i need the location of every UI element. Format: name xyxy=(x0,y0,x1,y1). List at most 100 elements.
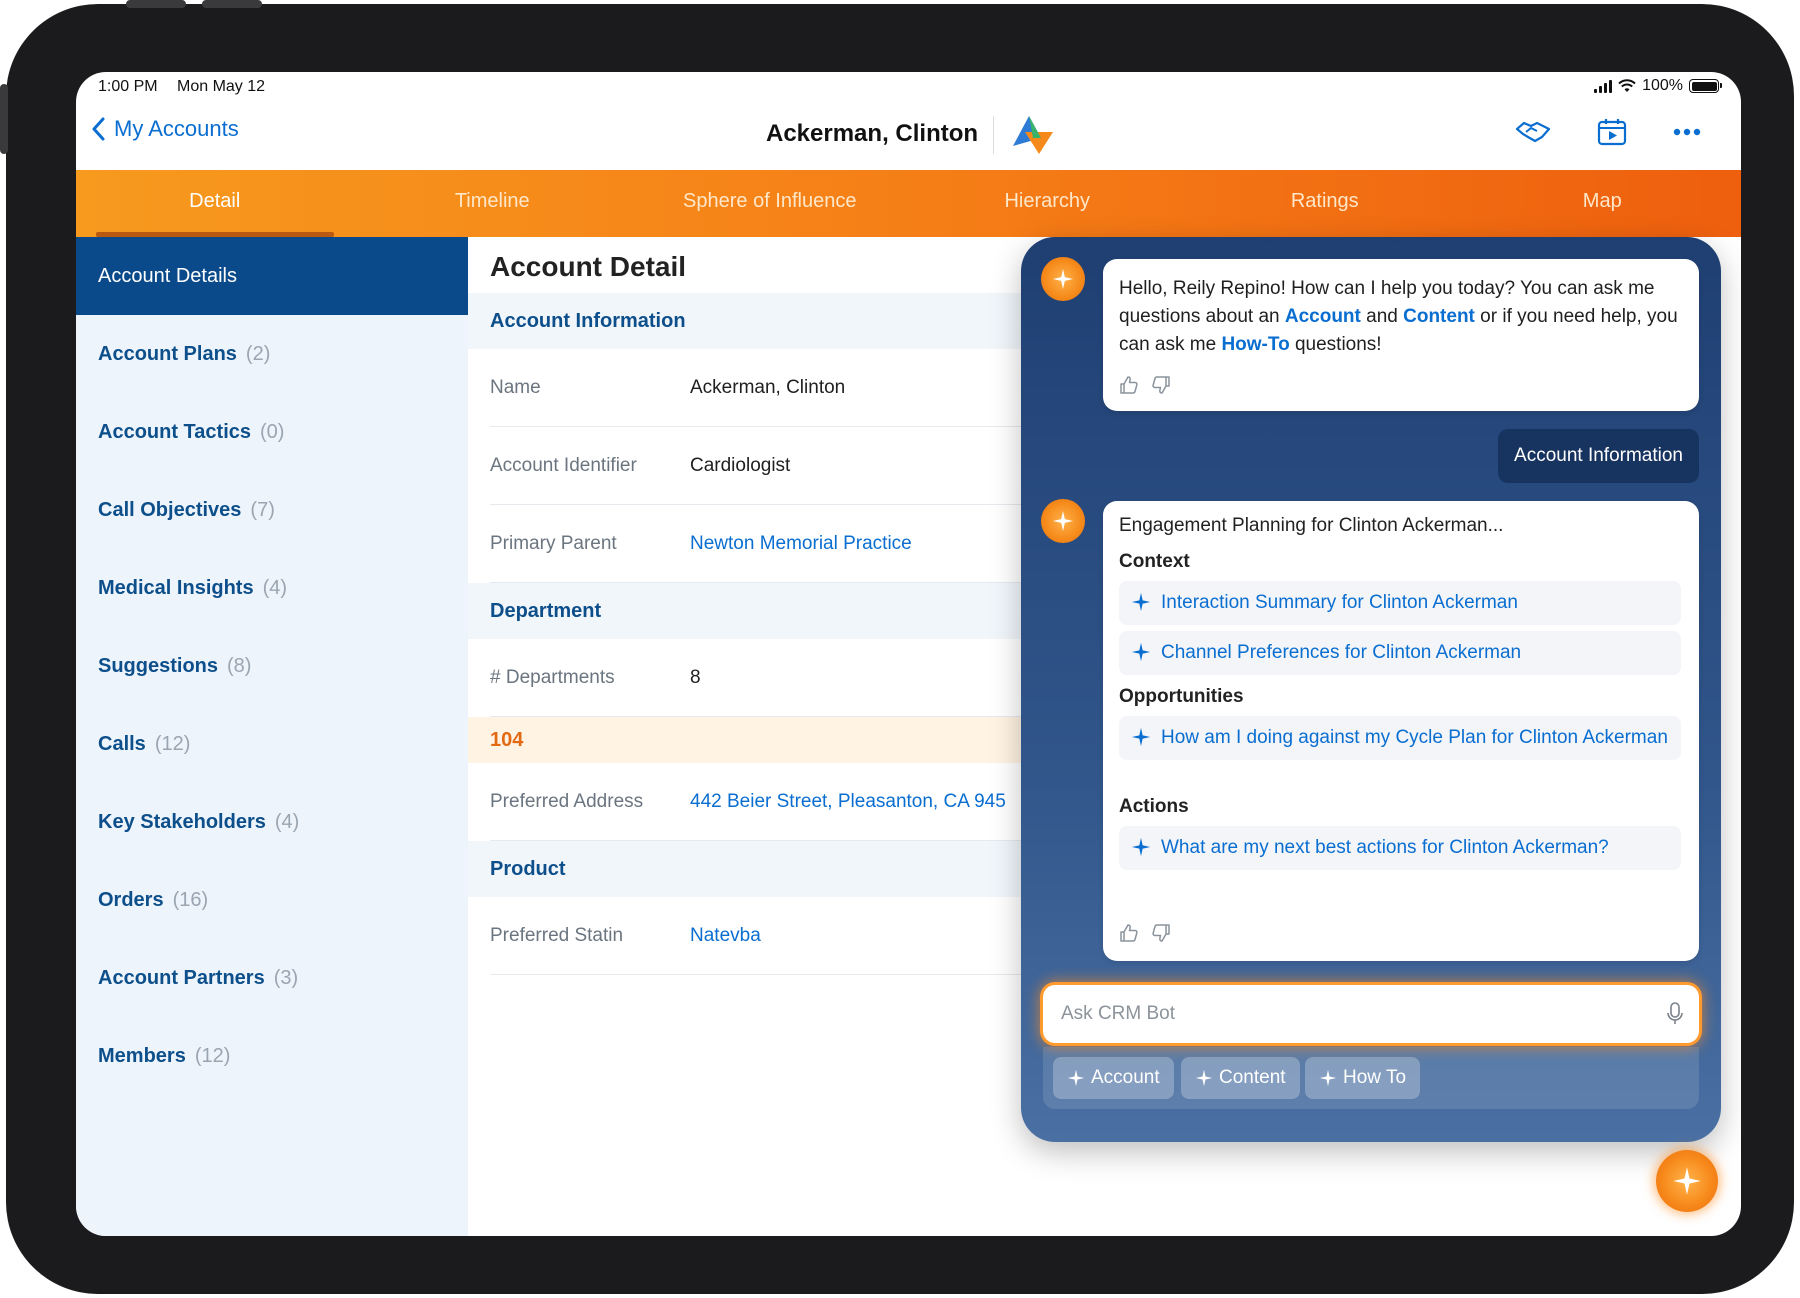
sidebar-item-count: (12) xyxy=(154,732,191,755)
bot-avatar xyxy=(1041,499,1085,543)
greeting-text: questions! xyxy=(1289,334,1382,355)
more-icon[interactable] xyxy=(1673,128,1701,136)
tab-timeline[interactable]: Timeline xyxy=(354,170,632,237)
status-time: 1:00 PM xyxy=(98,78,158,95)
field-label: Preferred Address xyxy=(490,790,644,812)
handshake-icon[interactable] xyxy=(1515,119,1551,145)
sidebar-item-call-objectives[interactable]: Call Objectives (7) xyxy=(76,471,468,549)
suggestion-next-best-actions[interactable]: What are my next best actions for Clinto… xyxy=(1119,826,1681,870)
calendar-play-icon[interactable] xyxy=(1597,118,1627,146)
preferred-address-link[interactable]: 442 Beier Street, Pleasanton, CA 945 xyxy=(690,791,1006,813)
chip-how-to[interactable]: How To xyxy=(1305,1057,1421,1099)
sidebar-item-count: (8) xyxy=(227,654,252,677)
bot-avatar xyxy=(1041,257,1085,301)
status-bar: 1:00 PM Mon May 12 100% xyxy=(76,72,1741,102)
sidebar-item-count: (16) xyxy=(172,888,209,911)
field-row-preferred-statin: Preferred Statin Natevba xyxy=(490,897,1028,975)
crm-bot-panel: Hello, Reily Repino! How can I help you … xyxy=(1021,237,1721,1142)
sidebar-item-key-stakeholders[interactable]: Key Stakeholders (4) xyxy=(76,783,468,861)
feedback-buttons xyxy=(1119,375,1171,395)
thumbs-down-icon[interactable] xyxy=(1151,923,1171,943)
field-label: Name xyxy=(490,376,541,398)
field-row-departments: # Departments 8 xyxy=(490,639,1028,717)
sidebar-item-medical-insights[interactable]: Medical Insights (4) xyxy=(76,549,468,627)
sidebar-item-orders[interactable]: Orders (16) xyxy=(76,861,468,939)
tab-ratings[interactable]: Ratings xyxy=(1186,170,1464,237)
chip-content[interactable]: Content xyxy=(1181,1057,1300,1099)
crm-bot-fab[interactable] xyxy=(1656,1150,1718,1212)
section-header-product: Product xyxy=(468,841,1028,897)
suggestion-interaction-summary[interactable]: Interaction Summary for Clinton Ackerman xyxy=(1119,581,1681,625)
suggestion-channel-preferences[interactable]: Channel Preferences for Clinton Ackerman xyxy=(1119,631,1681,675)
keyword-how-to: How-To xyxy=(1221,334,1290,355)
sparkle-icon xyxy=(1052,510,1074,532)
tab-sphere-of-influence[interactable]: Sphere of Influence xyxy=(631,170,909,237)
field-row-account-identifier: Account Identifier Cardiologist xyxy=(490,427,1028,505)
tab-map[interactable]: Map xyxy=(1464,170,1742,237)
sidebar-item-label: Account Plans xyxy=(98,342,237,365)
hardware-button xyxy=(0,84,8,154)
tablet-frame: 1:00 PM Mon May 12 100% My Accounts Acke… xyxy=(0,0,1794,1294)
field-label: # Departments xyxy=(490,666,615,688)
field-value: Ackerman, Clinton xyxy=(690,376,846,398)
sidebar-item-account-details[interactable]: Account Details xyxy=(76,237,468,315)
sidebar-item-count: (7) xyxy=(250,498,275,521)
sidebar-item-account-partners[interactable]: Account Partners (3) xyxy=(76,939,468,1017)
sidebar-item-label: Orders xyxy=(98,888,164,911)
sparkle-icon xyxy=(1319,1069,1337,1087)
thumbs-down-icon[interactable] xyxy=(1151,375,1171,395)
preferred-statin-link[interactable]: Natevba xyxy=(690,925,761,947)
status-right: 100% xyxy=(1594,77,1722,95)
sidebar-item-count: (0) xyxy=(260,420,285,443)
bot-message-greeting: Hello, Reily Repino! How can I help you … xyxy=(1103,259,1699,411)
section-header-account-information: Account Information xyxy=(468,293,1028,349)
context-header: Context xyxy=(1119,551,1190,572)
primary-parent-link[interactable]: Newton Memorial Practice xyxy=(690,533,912,555)
actions-header: Actions xyxy=(1119,796,1189,817)
wifi-icon xyxy=(1618,79,1636,92)
back-button[interactable]: My Accounts xyxy=(92,116,239,142)
microphone-icon[interactable] xyxy=(1667,1002,1683,1026)
suggestion-label: Channel Preferences for Clinton Ackerman xyxy=(1161,642,1522,663)
field-value: Cardiologist xyxy=(690,454,791,476)
battery-icon xyxy=(1689,79,1722,93)
ask-bot-input[interactable] xyxy=(1059,1002,1667,1026)
page-title: Ackerman, Clinton xyxy=(766,120,979,147)
ask-bot-field[interactable] xyxy=(1043,985,1699,1043)
detail-title: Account Detail xyxy=(490,251,687,282)
sidebar-item-label: Account Partners xyxy=(98,966,265,989)
sidebar-item-calls[interactable]: Calls (12) xyxy=(76,705,468,783)
feedback-buttons xyxy=(1119,923,1171,943)
field-value: 8 xyxy=(690,666,701,688)
thumbs-up-icon[interactable] xyxy=(1119,923,1139,943)
sparkle-icon xyxy=(1131,592,1151,612)
sidebar-item-account-plans[interactable]: Account Plans (2) xyxy=(76,315,468,393)
sparkle-icon xyxy=(1052,268,1074,290)
tab-hierarchy[interactable]: Hierarchy xyxy=(909,170,1187,237)
sidebar-item-label: Calls xyxy=(98,732,146,755)
battery-percent: 100% xyxy=(1642,77,1683,94)
keyword-account: Account xyxy=(1284,306,1361,327)
sparkle-icon xyxy=(1067,1069,1085,1087)
sidebar-item-members[interactable]: Members (12) xyxy=(76,1017,468,1095)
field-row-primary-parent: Primary Parent Newton Memorial Practice xyxy=(490,505,1028,583)
field-label: Primary Parent xyxy=(490,532,617,554)
suggestion-cycle-plan[interactable]: How am I doing against my Cycle Plan for… xyxy=(1119,716,1681,760)
status-date: Mon May 12 xyxy=(177,78,266,95)
sparkle-icon xyxy=(1195,1069,1213,1087)
sidebar-item-account-tactics[interactable]: Account Tactics (0) xyxy=(76,393,468,471)
sparkle-icon xyxy=(1673,1167,1701,1195)
field-label: Preferred Statin xyxy=(490,924,624,946)
sidebar-item-suggestions[interactable]: Suggestions (8) xyxy=(76,627,468,705)
chip-label: Content xyxy=(1219,1067,1286,1088)
tab-detail[interactable]: Detail xyxy=(76,170,354,237)
sidebar-item-count: (4) xyxy=(274,810,300,833)
field-row-preferred-address: Preferred Address 442 Beier Street, Plea… xyxy=(490,763,1028,841)
sidebar-item-label: Call Objectives xyxy=(98,498,242,521)
bot-message-engagement: Engagement Planning for Clinton Ackerman… xyxy=(1103,501,1699,961)
chip-account[interactable]: Account xyxy=(1053,1057,1174,1099)
sidebar-item-label: Account Details xyxy=(98,264,237,287)
highlight-row: 104 xyxy=(468,717,1028,763)
quick-chips: Account Content How To xyxy=(1043,1047,1699,1109)
thumbs-up-icon[interactable] xyxy=(1119,375,1139,395)
